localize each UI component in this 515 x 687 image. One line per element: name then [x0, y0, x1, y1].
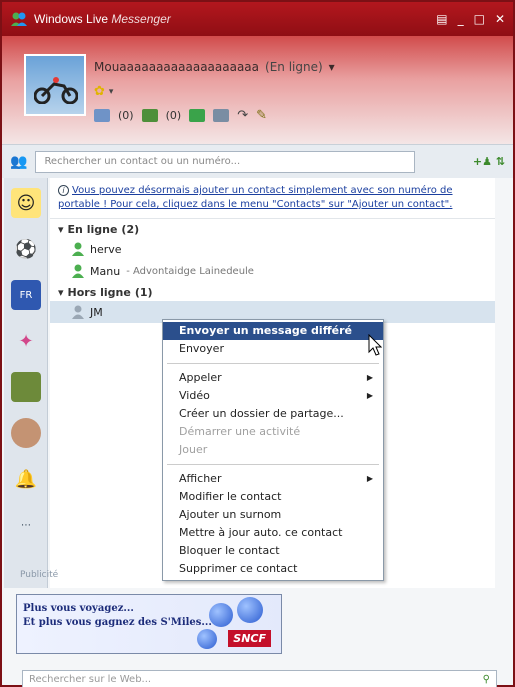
contacts-count: (0): [165, 109, 182, 122]
window-title: Windows Live Messenger: [34, 12, 171, 26]
contacts-icon[interactable]: [141, 109, 158, 122]
menu-item-send-deferred[interactable]: Envoyer un message différé: [163, 322, 383, 340]
contact-name: Manu: [90, 264, 121, 278]
menu-item-add-nickname[interactable]: Ajouter un surnom: [163, 506, 383, 524]
sidebar-person-icon[interactable]: ✦: [11, 326, 41, 356]
chevron-down-icon: ▾: [58, 223, 64, 236]
menu-item-create-share[interactable]: Créer un dossier de partage...: [163, 405, 383, 423]
submenu-arrow-icon: ▶: [366, 373, 373, 382]
online-status-icon: [72, 264, 84, 278]
profile-status: (En ligne): [265, 60, 323, 74]
search-icon[interactable]: ⚲: [483, 674, 490, 685]
sidebar-emoticon-icon[interactable]: ☺: [11, 188, 41, 218]
contact-search-bar: 👥 Rechercher un contact ou un numéro... …: [2, 144, 513, 178]
menu-icon[interactable]: ▤: [436, 12, 447, 26]
sidebar: ☺ ⚽ FR ✦ 🔔 ⋯: [4, 178, 48, 588]
menu-item-send[interactable]: Envoyer: [163, 340, 383, 358]
contact-manu[interactable]: Manu - Advontaidge Lainedeule: [50, 260, 495, 282]
profile-toolbar: (0) (0) ↷ ✎: [94, 108, 267, 123]
mail-count: (0): [118, 109, 134, 122]
phone-icon[interactable]: ↷: [237, 108, 248, 123]
group-offline[interactable]: ▾ Hors ligne (1): [50, 282, 495, 301]
minimize-icon[interactable]: _: [458, 12, 464, 26]
maximize-icon[interactable]: □: [474, 12, 485, 26]
title-bar[interactable]: Windows Live Messenger ▤ _ □ ✕: [2, 2, 513, 36]
chevron-down-icon: ▾: [108, 86, 114, 97]
messenger-logo-icon: [10, 11, 28, 27]
ad-banner[interactable]: Plus vous voyagez... Et plus vous gagnez…: [16, 594, 282, 654]
contact-search-input[interactable]: Rechercher un contact ou un numéro...: [35, 150, 416, 173]
messenger-window: Windows Live Messenger ▤ _ □ ✕ Mouaaaaaa…: [0, 0, 515, 687]
web-search-input[interactable]: Rechercher sur le Web... ⚲: [22, 670, 497, 687]
contact-personal-message: - Advontaidge Lainedeule: [126, 265, 254, 277]
menu-item-call[interactable]: Appeler ▶: [163, 369, 383, 387]
ad-line-1: Plus vous voyagez...: [23, 603, 134, 614]
menu-separator: [167, 464, 379, 465]
menu-item-auto-update[interactable]: Mettre à jour auto. ce contact: [163, 524, 383, 542]
close-icon[interactable]: ✕: [495, 12, 505, 26]
info-banner[interactable]: i Vous pouvez désormais ajouter un contac…: [50, 178, 495, 219]
group-online-count: (2): [121, 223, 140, 236]
info-icon: i: [58, 185, 69, 196]
window-controls: ▤ _ □ ✕: [436, 12, 505, 26]
share-icon[interactable]: [213, 109, 230, 122]
contacts-list-icon[interactable]: 👥: [10, 154, 27, 170]
contact-herve[interactable]: herve: [50, 238, 495, 260]
ad-label: Publicité: [20, 570, 59, 580]
profile-header: Mouaaaaaaaaaaaaaaaaaaa (En ligne) ▾ ✿ ▾ …: [2, 36, 513, 144]
sidebar-face-icon[interactable]: [11, 418, 41, 448]
menu-item-video[interactable]: Vidéo ▶: [163, 387, 383, 405]
games-icon[interactable]: [189, 109, 206, 122]
mouse-cursor-icon: [368, 333, 383, 359]
contact-context-menu: Envoyer un message différé Envoyer Appel…: [162, 319, 384, 581]
mail-icon[interactable]: [94, 109, 110, 122]
contact-name: JM: [90, 305, 103, 319]
submenu-arrow-icon: ▶: [366, 474, 373, 483]
profile-name-row[interactable]: Mouaaaaaaaaaaaaaaaaaaa (En ligne) ▾: [94, 60, 335, 74]
info-text: Vous pouvez désormais ajouter un contact…: [58, 185, 453, 210]
pen-icon[interactable]: ✎: [256, 108, 267, 123]
chevron-down-icon: ▾: [58, 286, 64, 299]
menu-separator: [167, 363, 379, 364]
chevron-down-icon: ▾: [328, 60, 335, 74]
sidebar-bell-icon[interactable]: 🔔: [11, 464, 41, 494]
menu-item-show[interactable]: Afficher ▶: [163, 470, 383, 488]
profile-name: Mouaaaaaaaaaaaaaaaaaaa: [94, 60, 260, 74]
ad-ball-icon: [209, 603, 233, 627]
contact-name: herve: [90, 242, 122, 256]
motocross-picture: [34, 77, 78, 104]
avatar[interactable]: [24, 54, 86, 116]
sidebar-flag-icon[interactable]: FR: [11, 280, 41, 310]
ad-line-2: Et plus vous gagnez des S'Miles... Et: [23, 617, 228, 628]
online-status-icon: [72, 242, 84, 256]
menu-item-edit-contact[interactable]: Modifier le contact: [163, 488, 383, 506]
group-online-label: En ligne: [67, 223, 118, 236]
ad-ball-icon: [197, 629, 217, 649]
menu-item-block[interactable]: Bloquer le contact: [163, 542, 383, 560]
emoticon-icon: ✿: [94, 84, 105, 99]
menu-item-start-activity: Démarrer une activité: [179, 425, 301, 438]
sidebar-photo-icon[interactable]: [11, 372, 41, 402]
offline-status-icon: [72, 305, 84, 319]
sidebar-soccer-icon[interactable]: ⚽: [11, 234, 41, 264]
menu-item-delete[interactable]: Supprimer ce contact: [163, 560, 383, 578]
add-contact-icon[interactable]: +♟ ⇅: [473, 155, 505, 168]
menu-item-play: Jouer: [179, 443, 208, 456]
group-offline-count: (1): [134, 286, 153, 299]
group-offline-label: Hors ligne: [67, 286, 131, 299]
personal-message-row[interactable]: ✿ ▾: [94, 84, 113, 99]
submenu-arrow-icon: ▶: [366, 391, 373, 400]
sncf-logo: SNCF: [228, 630, 271, 647]
ad-ball-icon: [237, 597, 263, 623]
sidebar-more-icon[interactable]: ⋯: [11, 510, 41, 540]
group-online[interactable]: ▾ En ligne (2): [50, 219, 495, 238]
